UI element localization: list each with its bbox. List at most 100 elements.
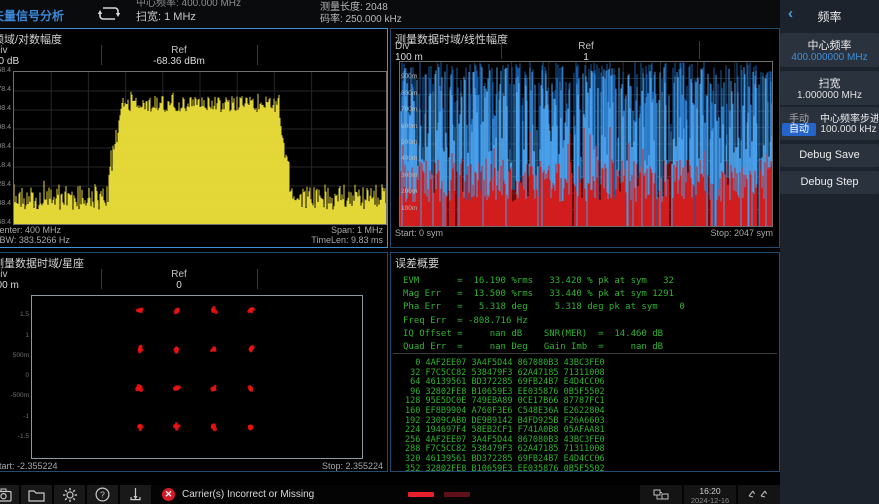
debug-step-button[interactable]: Debug Step [780, 171, 879, 194]
svg-text:?: ? [100, 490, 105, 500]
instrument-screen: 矢量信号分析 中心频率: 400.000 MHz 扫宽: 1 MHz 测量长度:… [0, 0, 879, 504]
error-summary-line: Freq Err = -808.716 Hz [403, 315, 685, 328]
spectrum-y-axis: -68.4 -78.4 -88.4 -98.4 -108.4 -118.4 -128.4 -1… [0, 29, 11, 249]
center-readout: Center: 400 MHz [0, 225, 61, 235]
y-axis-label: -108.4 [0, 143, 11, 150]
measurement-readouts: 测量长度: 2048 码率: 250.000 kHz [320, 2, 402, 26]
cf-step-label: 中心频率步进 [820, 110, 878, 125]
ref-label: Ref [109, 45, 249, 56]
y-axis-label: -500m [11, 392, 29, 399]
y-axis-label: 1 [25, 332, 29, 339]
ref-value: -68.36 dBm [109, 56, 249, 67]
header-divider [501, 41, 502, 59]
demod-bits-hex-dump: 0 4AF2EE07 3A4F5D44 867080B3 43BC3FE0 32… [405, 359, 605, 474]
y-axis-label: -1 [23, 413, 29, 420]
center-frequency-value: 400.000000 MHz [780, 52, 879, 63]
error-summary-line: Mag Err = 13.500 %rms 33.440 % pk at sym… [403, 288, 685, 301]
cf-step-value: 100.000 kHz [820, 124, 877, 135]
app-title: 矢量信号分析 [0, 7, 64, 24]
start-readout: Start: 0 sym [395, 228, 443, 238]
header-divider [699, 41, 700, 59]
y-axis-label: 1.5 [20, 311, 29, 318]
y-axis-label: 400m [401, 155, 417, 162]
error-badge-icon[interactable]: ✕ [162, 488, 175, 501]
help-icon[interactable]: ? [87, 485, 118, 504]
time-domain-trace [399, 61, 773, 227]
y-axis-label: 800m [401, 90, 417, 97]
stop-readout: Stop: 2047 sym [710, 228, 773, 238]
spectrum-trace [13, 71, 387, 225]
error-summary-line: IQ Offset = nan dB SNR(MER) = 14.460 dB [403, 328, 685, 341]
page-indicator-inactive [444, 492, 470, 497]
frequency-menu-sidebar: ‹ 频率 中心频率 400.000000 MHz 扫宽 1.000000 MHz… [780, 0, 879, 504]
status-error-message[interactable]: Carrier(s) Incorrect or Missing [182, 489, 314, 500]
y-axis-label: 300m [401, 172, 417, 179]
y-axis-label: 500m [13, 352, 29, 359]
constellation-panel[interactable]: 测量数据时域/星座 Div 500 m Ref 0 1.51500m0-500m… [0, 252, 388, 472]
folder-icon[interactable] [21, 485, 52, 504]
time-panel-title: 测量数据时域/线性幅度 [395, 31, 508, 47]
time-domain-panel[interactable]: 测量数据时域/线性幅度 Div 100 m Ref 1 900m800m700m… [390, 28, 780, 248]
span-button[interactable]: 扫宽 1.000000 MHz [780, 71, 879, 105]
page-indicator-active [408, 492, 434, 497]
y-axis-label: -98.4 [0, 124, 11, 131]
y-axis-label: -138.4 [0, 200, 11, 207]
date-text: 2024-12-16 [684, 496, 736, 504]
stage: 矢量信号分析 中心频率: 400.000 MHz 扫宽: 1 MHz 测量长度:… [0, 0, 879, 504]
devices-icon[interactable] [640, 485, 682, 504]
debug-step-label: Debug Step [780, 176, 879, 188]
header-divider [257, 45, 258, 65]
error-summary-text: EVM = 16.190 %rms 33.420 % pk at sym 32M… [403, 275, 685, 354]
y-axis-label: -68.4 [0, 67, 11, 74]
constellation-plot [31, 295, 363, 459]
rbw-readout: RBW: 383.5266 Hz [0, 235, 70, 245]
center-frequency-button[interactable]: 中心频率 400.000000 MHz [780, 33, 879, 67]
separator [393, 353, 777, 354]
ref-label: Ref [511, 41, 661, 52]
symbol-rate-readout: 码率: 250.000 kHz [320, 14, 402, 26]
span-value: 1.000000 MHz [780, 90, 879, 101]
stop-readout: Stop: 2.355224 [322, 461, 383, 471]
debug-save-label: Debug Save [780, 149, 879, 161]
usb-icon[interactable] [120, 485, 151, 504]
spectrum-panel[interactable]: 频域/对数幅度 Div 10 dB Ref -68.36 dBm -68.4-7… [0, 28, 388, 248]
y-axis-label: -118.4 [0, 162, 11, 169]
measurement-length-readout: 测量长度: 2048 [320, 2, 402, 14]
y-axis-label: -1.5 [18, 433, 29, 440]
constellation-y-axis: 1.51500m0-500m-1-1.5 [0, 253, 29, 473]
span-readout: Span: 1 MHz [331, 225, 383, 235]
header-divider [101, 45, 102, 65]
error-summary-line: EVM = 16.190 %rms 33.420 % pk at sym 32 [403, 275, 685, 288]
y-axis-label: 900m [401, 73, 417, 80]
header-divider [101, 269, 102, 289]
repeat-sweep-icon[interactable] [96, 4, 122, 23]
status-bar: ? ✕ Carrier(s) Incorrect or Missing 16:2… [0, 485, 780, 504]
y-axis-label: 100m [401, 205, 417, 212]
sidebar-header: ‹ 频率 [780, 0, 879, 30]
network-link-icon[interactable] [738, 485, 780, 504]
error-summary-line: Pha Err = 5.318 deg 5.318 deg pk at sym … [403, 301, 685, 314]
y-axis-label: 600m [401, 123, 417, 130]
y-axis-label: -88.4 [0, 105, 11, 112]
y-axis-label: 700m [401, 106, 417, 113]
settings-gear-icon[interactable] [54, 485, 85, 504]
debug-save-button[interactable]: Debug Save [780, 144, 879, 167]
ref-label: Ref [109, 269, 249, 280]
error-summary-panel[interactable]: 误差概要 EVM = 16.190 %rms 33.420 % pk at sy… [390, 252, 780, 472]
screenshot-icon[interactable] [0, 485, 19, 504]
start-readout: Start: -2.355224 [0, 461, 58, 471]
hex-row: 352 32802FE8 B10659E3 EE035876 0B5F5502 [405, 465, 605, 475]
error-summary-title: 误差概要 [395, 255, 439, 271]
auto-option-selected[interactable]: 自动 [782, 123, 816, 136]
header-divider [257, 269, 258, 289]
y-axis-label: -128.4 [0, 181, 11, 188]
y-axis-label: -78.4 [0, 86, 11, 93]
center-frequency-label: 中心频率 [780, 37, 879, 53]
span-readout: 扫宽: 1 MHz [136, 8, 196, 24]
ref-value: 0 [109, 280, 249, 291]
div-label: Div [395, 41, 409, 52]
span-label: 扫宽 [780, 75, 879, 91]
top-bar: 矢量信号分析 中心频率: 400.000 MHz 扫宽: 1 MHz 测量长度:… [0, 0, 780, 28]
y-axis-label: 500m [401, 139, 417, 146]
cf-step-button[interactable]: 手动 自动 中心频率步进 100.000 kHz [780, 107, 879, 140]
